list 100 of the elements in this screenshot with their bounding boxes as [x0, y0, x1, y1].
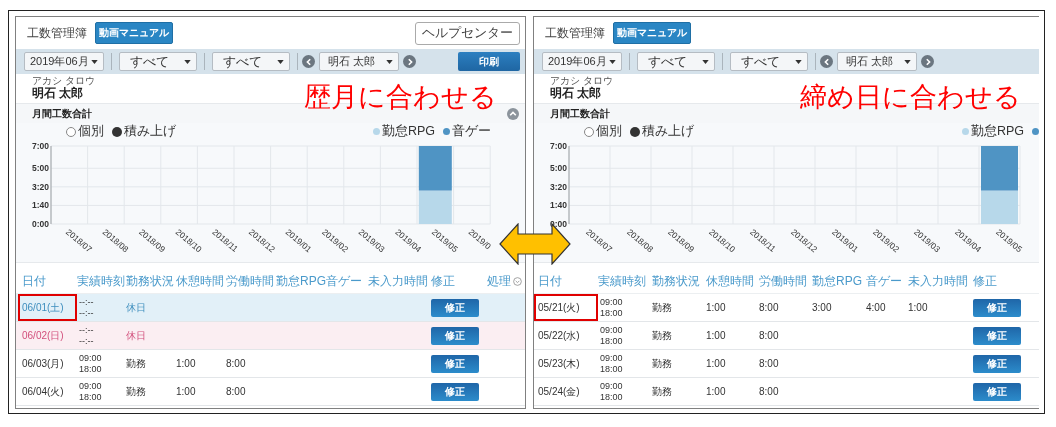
person-dropdown[interactable]: 明石 太郎: [837, 52, 917, 71]
edit-button[interactable]: 修正: [973, 298, 1021, 317]
time-text: 09:00: [600, 380, 623, 392]
time-text: 09:00: [600, 324, 623, 336]
table-cell: 1:00: [908, 302, 928, 313]
next-button[interactable]: [921, 55, 934, 68]
column-header: 休憩時間: [706, 272, 755, 290]
column-header: 勤怠RPG: [276, 272, 326, 290]
column-header: 勤怠RPG: [812, 272, 863, 290]
axis-tick-label: 7:00: [550, 141, 567, 151]
table-cell: 1:00: [176, 386, 196, 397]
person-dropdown[interactable]: 明石 太郎: [319, 52, 399, 71]
radio-button[interactable]: [584, 126, 594, 137]
time-text: 09:00: [79, 380, 102, 392]
time-text: 18:00: [600, 391, 623, 403]
collapse-button[interactable]: [507, 107, 519, 120]
table-cell: 休日: [126, 328, 146, 343]
table-cell: 1:00: [706, 386, 726, 397]
table-row[interactable]: 06/03(月) 09:00 18:00 勤務 1:00 8:00 修正: [16, 350, 525, 378]
table-cell: 休日: [126, 300, 146, 315]
edit-button[interactable]: 修正: [973, 326, 1021, 345]
chevron-left-icon: [822, 57, 831, 66]
table-cell: 8:00: [226, 358, 246, 369]
filter-dropdown[interactable]: すべて: [212, 52, 290, 71]
radio-button[interactable]: [112, 126, 122, 137]
time-text: 18:00: [79, 363, 102, 375]
axis-tick-label: 3:20: [32, 181, 49, 192]
axis-tick-label: 3:20: [550, 181, 567, 192]
edit-button[interactable]: 修正: [431, 326, 479, 345]
axis-tick-label: 1:40: [32, 200, 49, 211]
column-header: 日付: [538, 272, 563, 290]
radio-label: 積み上げ: [124, 123, 176, 140]
table-row[interactable]: 05/22(水) 09:00 18:00 勤務 1:00 8:00 修正: [534, 322, 1039, 350]
column-header: 勤務状況: [652, 272, 701, 290]
table-row[interactable]: 06/01(土) --:-- --:-- 休日 修正: [16, 294, 525, 322]
date-cell-text: 05/23(木): [537, 356, 581, 371]
table-cell: 1:00: [706, 302, 726, 313]
column-header: 休憩時間: [176, 272, 225, 290]
edit-button[interactable]: 修正: [973, 354, 1021, 373]
axis-tick-label: 7:00: [32, 141, 49, 151]
table-cell: 勤務: [126, 384, 146, 399]
caret-icon: [609, 59, 616, 64]
manual-button[interactable]: 動画マニュアル: [95, 22, 173, 44]
print-button[interactable]: 印刷: [458, 52, 520, 71]
annotation-text: 歴月に合わせる: [304, 81, 497, 114]
filter-dropdown[interactable]: 2019年06月: [542, 52, 622, 71]
column-header: 修正: [431, 272, 456, 290]
chevron-right-icon: [405, 57, 414, 66]
date-cell-text: 06/04(火): [21, 384, 65, 399]
date-cell-text: 06/02(日): [21, 328, 65, 343]
legend-label: 勤怠RPG: [381, 123, 435, 140]
chevron-icon: [509, 109, 517, 118]
column-header: 未入力時間: [368, 272, 429, 290]
column-header: 実績時刻: [598, 272, 647, 290]
page-title: 工数管理簿: [545, 24, 605, 42]
table-row[interactable]: 05/23(木) 09:00 18:00 勤務 1:00 8:00 修正: [534, 350, 1039, 378]
section-title: 月間工数合計: [550, 106, 610, 121]
time-text: 09:00: [600, 352, 623, 364]
date-cell-text: 05/22(水): [537, 328, 581, 343]
axis-tick-label: 0:00: [550, 219, 567, 229]
name-reading: アカシ タロウ: [32, 75, 95, 87]
caret-icon: [386, 59, 393, 64]
time-text: --:--: [79, 335, 94, 347]
chevron-left-icon: [304, 57, 313, 66]
axis-tick-label: 5:00: [32, 163, 49, 174]
previous-button[interactable]: [820, 55, 833, 68]
caret-icon: [702, 59, 709, 64]
axis-tick-label: 0:00: [32, 219, 49, 229]
next-button[interactable]: [403, 55, 416, 68]
table-cell: 勤務: [126, 356, 146, 371]
manual-button[interactable]: 動画マニュアル: [613, 22, 691, 44]
column-header: 音ゲー: [866, 272, 903, 290]
table-row[interactable]: 05/21(火) 09:00 18:00 勤務 1:00 8:00 3:00 4:00 1:00 修正: [534, 294, 1039, 322]
edit-button[interactable]: 修正: [973, 382, 1021, 401]
table-row[interactable]: 06/04(火) 09:00 18:00 勤務 1:00 8:00 修正: [16, 378, 525, 406]
time-text: 18:00: [600, 335, 623, 347]
date-cell-text: 06/03(月): [21, 356, 65, 371]
caret-icon: [277, 59, 284, 64]
filter-dropdown[interactable]: すべて: [637, 52, 715, 71]
radio-button[interactable]: [630, 126, 640, 137]
previous-button[interactable]: [302, 55, 315, 68]
filter-dropdown[interactable]: 2019年06月: [24, 52, 104, 71]
radio-label: 個別: [596, 123, 622, 140]
name-reading: アカシ タロウ: [550, 75, 613, 87]
radio-label: 積み上げ: [642, 123, 694, 140]
time-text: 09:00: [600, 296, 623, 308]
edit-button[interactable]: 修正: [431, 382, 479, 401]
column-header: 勤務状況: [126, 272, 175, 290]
edit-button[interactable]: 修正: [431, 354, 479, 373]
edit-button[interactable]: 修正: [431, 298, 479, 317]
radio-button[interactable]: [66, 126, 76, 137]
time-text: 18:00: [600, 363, 623, 375]
table-row[interactable]: 05/24(金) 09:00 18:00 勤務 1:00 8:00 修正: [534, 378, 1039, 406]
section-title: 月間工数合計: [32, 106, 92, 121]
filter-dropdown[interactable]: すべて: [730, 52, 808, 71]
table-row[interactable]: 06/02(日) --:-- --:-- 休日 修正: [16, 322, 525, 350]
help-center-button[interactable]: ヘルプセンター: [415, 21, 520, 45]
filter-dropdown[interactable]: すべて: [119, 52, 197, 71]
table-cell: 8:00: [226, 386, 246, 397]
caret-icon: [795, 59, 802, 64]
